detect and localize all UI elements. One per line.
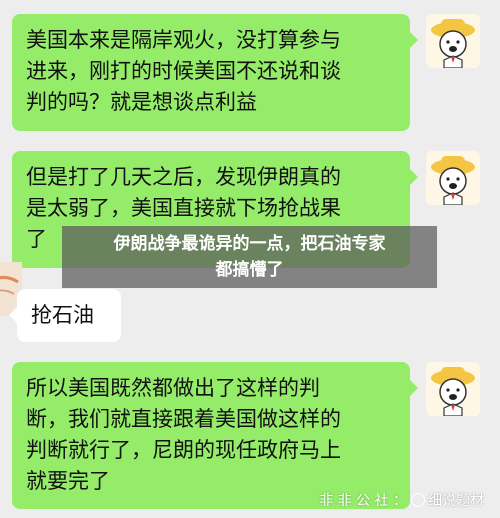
message-line: 所以美国既然都做出了这样的判 [26,376,320,400]
message-line: 抢石油 [31,303,94,327]
message-bubble-1[interactable]: 美国本来是隔岸观火，没打算参与 进来，刚打的时候美国不还说和谈 判的吗？就是想谈… [12,14,418,131]
message-bubble-3[interactable]: 抢石油 [9,289,121,342]
message-line: 判断就行了，尼朗的现任政府马上 [26,438,341,462]
message-line: 是太弱了，美国直接就下场抢战果 [26,196,341,220]
self-avatar[interactable] [426,151,480,205]
title-overlay: 伊朗战争最诡异的一点，把石油专家 都搞懵了 [62,226,437,288]
message-line: 判的吗？就是想谈点利益 [26,90,257,114]
message-bubble-4[interactable]: 所以美国既然都做出了这样的判 断，我们就直接跟着美国做这样的 判断就行了，尼朗的… [12,362,418,509]
message-line: 但是打了几天之后，发现伊朗真的 [26,165,341,189]
cartoon-cowboy-avatar-icon [426,362,480,416]
overlay-title-line-1: 伊朗战争最诡异的一点，把石油专家 [113,234,386,254]
watermark-logo-icon [411,493,425,507]
watermark: 非 非 公 社 ： 细说题材 [319,490,484,510]
watermark-prefix: 非 非 公 社 ： [319,493,407,509]
overlay-title-line-2: 都搞懵了 [215,260,284,280]
message-line: 进来，刚打的时候美国不还说和谈 [26,59,341,83]
self-avatar[interactable] [426,362,480,416]
cartoon-cowboy-avatar-icon [426,151,480,205]
message-line: 美国本来是隔岸观火，没打算参与 [26,28,341,52]
self-avatar[interactable] [426,14,480,68]
watermark-brand: 细说题材 [428,493,484,509]
message-line: 断，我们就直接跟着美国做这样的 [26,407,341,431]
cartoon-cowboy-avatar-icon [426,14,480,68]
